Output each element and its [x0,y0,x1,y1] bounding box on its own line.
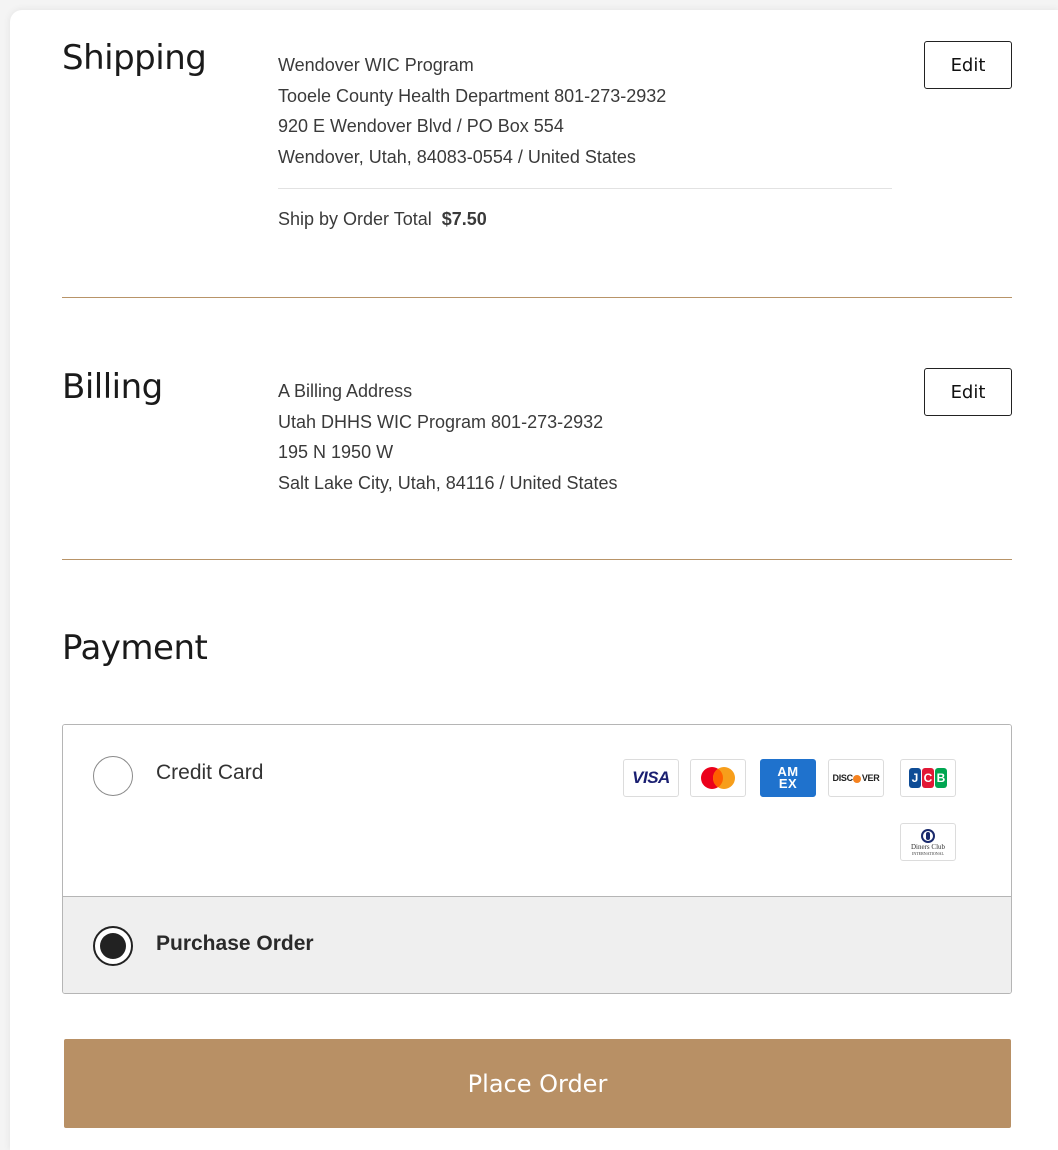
amex-logo-text: AM EX [777,765,798,791]
shipping-address-line: Wendover WIC Program [278,55,474,75]
shipping-title: Shipping [62,38,207,78]
billing-address: A Billing Address Utah DHHS WIC Program … [278,376,618,498]
shipping-method-label: Ship by Order Total [278,209,432,229]
jcb-letter: J [909,768,921,788]
section-divider [62,559,1012,560]
discover-logo-text: DISC VER [833,773,880,783]
visa-logo-icon: VISA [623,759,679,797]
payment-option-credit-card[interactable]: Credit Card VISA AM EX DISC VER J C B Di… [63,725,1011,897]
mastercard-circles-icon [701,767,735,789]
billing-address-line: 195 N 1950 W [278,442,394,462]
diners-club-logo-subtext: INTERNATIONAL [912,850,944,856]
place-order-button[interactable]: Place Order [64,1039,1011,1128]
shipping-address-line: Tooele County Health Department 801-273-… [278,85,667,106]
jcb-letter: B [935,768,947,788]
diners-club-logo-icon: Diners Club INTERNATIONAL [900,823,956,861]
diners-club-logo-text: Diners Club [910,842,946,851]
billing-address-line: Salt Lake City, Utah, 84116 / United Sta… [278,472,618,493]
visa-logo-text: VISA [632,768,670,787]
mastercard-logo-icon [690,759,746,797]
edit-billing-button[interactable]: Edit [924,368,1012,416]
checkout-panel: Shipping Wendover WIC Program Tooele Cou… [10,10,1058,1150]
discover-dot-icon [853,774,862,783]
payment-option-purchase-order[interactable]: Purchase Order [63,897,1011,993]
billing-address-line: Utah DHHS WIC Program 801-273-2932 [278,411,604,432]
billing-title: Billing [62,367,163,407]
shipping-method-price: $7.50 [441,209,487,229]
shipping-address: Wendover WIC Program Tooele County Healt… [278,50,666,172]
payment-title: Payment [62,628,208,668]
discover-logo-icon: DISC VER [828,759,884,797]
shipping-address-line: 920 E Wendover Blvd / PO Box 554 [278,116,564,136]
credit-card-radio[interactable] [93,756,133,796]
section-divider [62,297,1012,298]
purchase-order-radio[interactable] [93,926,133,966]
shipping-divider [278,188,892,189]
payment-methods: Credit Card VISA AM EX DISC VER J C B Di… [62,724,1012,994]
jcb-logo-icon: J C B [900,759,956,797]
edit-shipping-button[interactable]: Edit [924,41,1012,89]
jcb-letter: C [922,768,934,788]
shipping-section: Shipping Wendover WIC Program Tooele Cou… [62,10,1012,300]
diners-club-mark-icon [921,828,935,843]
billing-section: Billing A Billing Address Utah DHHS WIC … [62,340,1012,540]
billing-address-line: A Billing Address [278,381,413,401]
shipping-address-line: Wendover, Utah, 84083-0554 / United Stat… [278,146,636,167]
jcb-logo-letters: J C B [909,768,947,788]
purchase-order-label: Purchase Order [156,932,314,955]
amex-logo-text-bottom: EX [778,776,798,791]
discover-logo-text-end: VER [861,773,880,783]
credit-card-label: Credit Card [156,761,264,784]
discover-logo-text-start: DISC [832,773,854,783]
shipping-method: Ship by Order Total $7.50 [278,209,487,230]
amex-logo-icon: AM EX [760,759,816,797]
